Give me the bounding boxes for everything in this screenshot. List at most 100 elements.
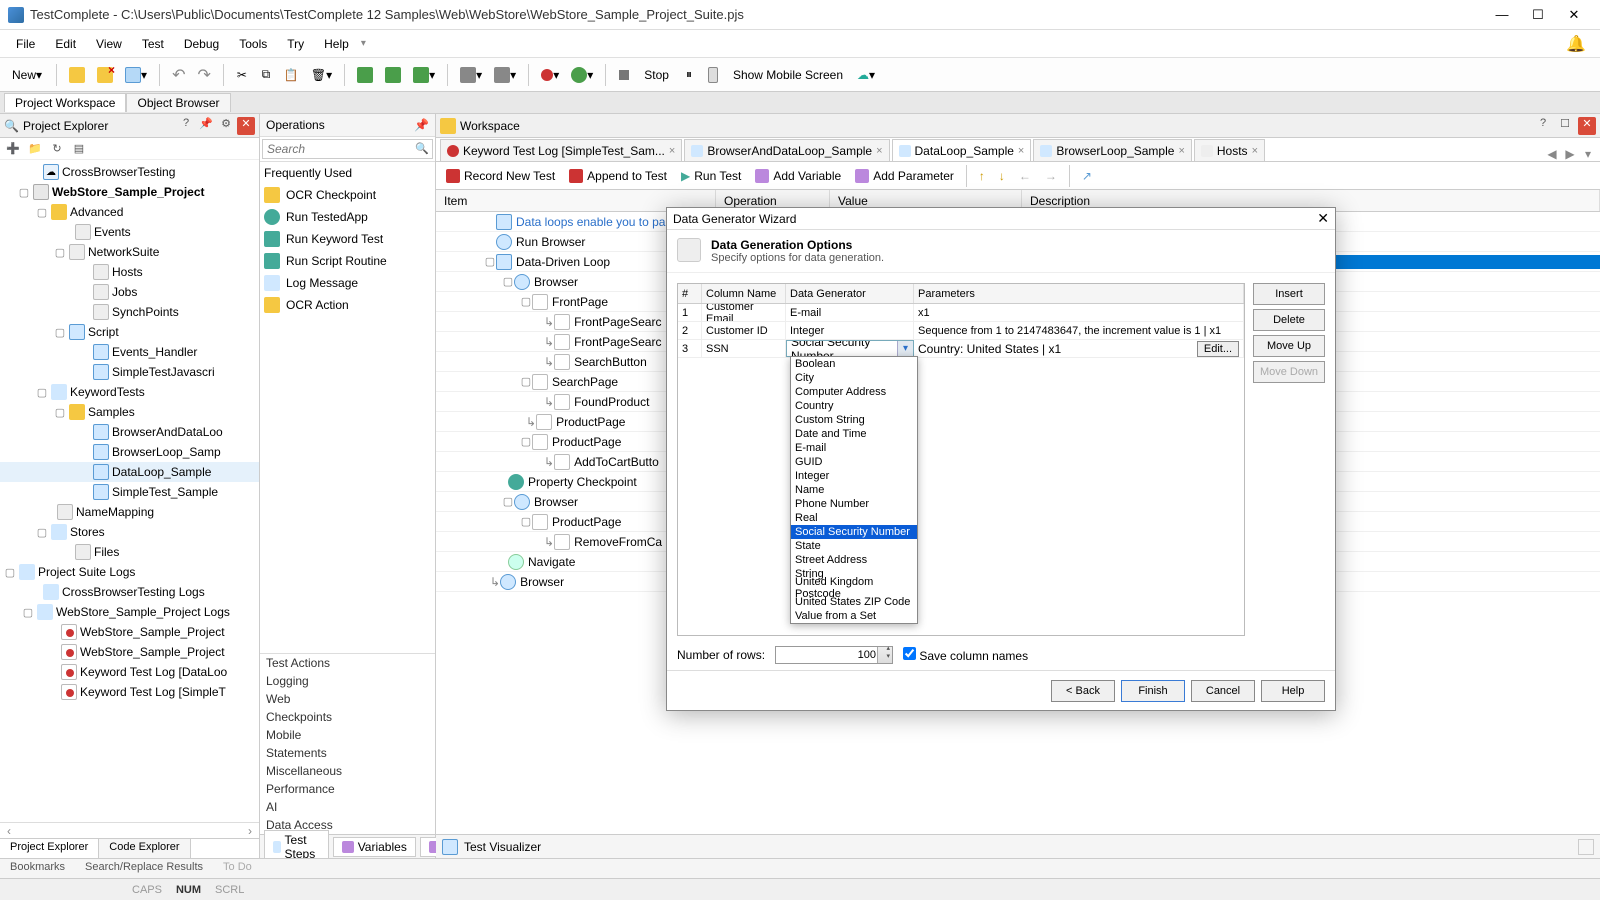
- dropdown-item[interactable]: Value from a Set: [791, 609, 917, 623]
- tree-item-namemap[interactable]: NameMapping: [76, 505, 255, 519]
- op-run-keyword-test[interactable]: Run Keyword Test: [260, 228, 435, 250]
- tree-item-script[interactable]: Script: [88, 325, 255, 339]
- operations-search[interactable]: [262, 139, 433, 159]
- menu-edit[interactable]: Edit: [45, 33, 86, 55]
- columns-table[interactable]: # Column Name Data Generator Parameters …: [677, 283, 1245, 636]
- close-project-button[interactable]: [93, 64, 117, 86]
- run-proj-button[interactable]: [353, 64, 377, 86]
- dropdown-icon[interactable]: ▾: [897, 341, 913, 357]
- dropdown-item[interactable]: Real: [791, 511, 917, 525]
- record-button[interactable]: ▾: [537, 64, 563, 86]
- tab-code-explorer[interactable]: Code Explorer: [99, 839, 190, 858]
- paste-button[interactable]: 📋: [280, 64, 303, 86]
- move-down-button[interactable]: ↓: [993, 164, 1011, 188]
- tab-object-browser[interactable]: Object Browser: [126, 93, 230, 112]
- dropdown-item[interactable]: Date and Time: [791, 427, 917, 441]
- dropdown-item[interactable]: Phone Number: [791, 497, 917, 511]
- append-to-test-button[interactable]: Append to Test: [563, 164, 673, 188]
- filter-button[interactable]: ▤: [70, 140, 88, 158]
- add-item-button[interactable]: ➕: [4, 140, 22, 158]
- tree-item-samples[interactable]: Samples: [88, 405, 255, 419]
- op-run-script-routine[interactable]: Run Script Routine: [260, 250, 435, 272]
- run-suite-button[interactable]: [381, 64, 405, 86]
- refresh-button[interactable]: ↻: [48, 140, 66, 158]
- dropdown-item[interactable]: City: [791, 371, 917, 385]
- nav-prev[interactable]: ◀: [1544, 147, 1560, 161]
- dropdown-item[interactable]: Custom String: [791, 413, 917, 427]
- menu-test[interactable]: Test: [132, 33, 174, 55]
- tree-item-dl[interactable]: DataLoop_Sample: [112, 465, 255, 479]
- redo-button[interactable]: ↷: [193, 64, 214, 86]
- record2-button[interactable]: ▾: [567, 64, 597, 86]
- pin-button[interactable]: 📌: [197, 117, 215, 135]
- show-mobile-button[interactable]: Show Mobile Screen: [727, 64, 849, 86]
- dropdown-item[interactable]: Street Address: [791, 553, 917, 567]
- doc-tab-hosts[interactable]: Hosts×: [1194, 139, 1265, 161]
- tab-search-replace[interactable]: Search/Replace Results: [75, 859, 213, 878]
- move-left-button[interactable]: ←: [1013, 164, 1037, 188]
- run-test-button[interactable]: ▶Run Test: [675, 164, 747, 188]
- table-row[interactable]: 2Customer IDIntegerSequence from 1 to 21…: [678, 322, 1244, 340]
- cat-ai[interactable]: AI: [260, 798, 435, 816]
- tab-bookmarks[interactable]: Bookmarks: [0, 859, 75, 878]
- tree-item-kwtests[interactable]: KeywordTests: [70, 385, 255, 399]
- table-row-editing[interactable]: 3SSN Social Security Number▾ Country: Un…: [678, 340, 1244, 358]
- modal-close-button[interactable]: ✕: [1317, 210, 1329, 227]
- tree-item-advanced[interactable]: Advanced: [70, 205, 255, 219]
- rows-input[interactable]: [775, 646, 893, 664]
- tree-item-log3[interactable]: Keyword Test Log [DataLoo: [80, 665, 255, 679]
- undo-button[interactable]: ↶: [168, 64, 189, 86]
- save-button[interactable]: ▾: [121, 64, 151, 86]
- finish-button[interactable]: Finish: [1121, 680, 1185, 702]
- dropdown-item[interactable]: Computer Address: [791, 385, 917, 399]
- tree-item-st[interactable]: SimpleTest_Sample: [112, 485, 255, 499]
- table-row[interactable]: 1Customer EmailE-mailx1: [678, 304, 1244, 322]
- save-columns-checkbox[interactable]: Save column names: [903, 647, 1028, 663]
- horizontal-scrollbar[interactable]: ‹›: [0, 822, 259, 838]
- copy-button[interactable]: ⧉: [256, 64, 276, 86]
- close-icon[interactable]: ×: [1018, 145, 1024, 157]
- op-log-message[interactable]: Log Message: [260, 272, 435, 294]
- dropdown-item[interactable]: United States ZIP Code: [791, 595, 917, 609]
- menu-try[interactable]: Try: [277, 33, 314, 55]
- op-ocr-action[interactable]: OCR Action: [260, 294, 435, 316]
- doc-tab-bad[interactable]: BrowserAndDataLoop_Sample×: [684, 139, 889, 161]
- cut-button[interactable]: ✂: [232, 64, 252, 86]
- menu-view[interactable]: View: [86, 33, 132, 55]
- stop-icon[interactable]: [614, 64, 634, 86]
- project-tree[interactable]: ☁CrossBrowserTesting ▢WebStore_Sample_Pr…: [0, 160, 259, 822]
- tree-item-hosts[interactable]: Hosts: [112, 265, 255, 279]
- doc-tab-bl[interactable]: BrowserLoop_Sample×: [1033, 139, 1192, 161]
- tree-item-network[interactable]: NetworkSuite: [88, 245, 255, 259]
- generator-dropdown[interactable]: BooleanCityComputer AddressCountryCustom…: [790, 356, 918, 624]
- menu-tools[interactable]: Tools: [229, 33, 277, 55]
- cat-mobile[interactable]: Mobile: [260, 726, 435, 744]
- visualizer-expand-button[interactable]: [1578, 839, 1594, 855]
- close-icon[interactable]: ×: [876, 145, 882, 157]
- cat-checkpoints[interactable]: Checkpoints: [260, 708, 435, 726]
- tree-item-wslogs[interactable]: WebStore_Sample_Project Logs: [56, 605, 255, 619]
- tree-item-bl[interactable]: BrowserLoop_Samp: [112, 445, 255, 459]
- tree-item-psl[interactable]: Project Suite Logs: [38, 565, 255, 579]
- close-button[interactable]: ✕: [1556, 7, 1592, 23]
- cat-statements[interactable]: Statements: [260, 744, 435, 762]
- device-icon[interactable]: [703, 64, 723, 86]
- tree-item-sync[interactable]: SynchPoints: [112, 305, 255, 319]
- doc-tab-log[interactable]: Keyword Test Log [SimpleTest_Sam...×: [440, 139, 682, 161]
- close-icon[interactable]: ×: [1252, 145, 1258, 157]
- tree-item-project[interactable]: WebStore_Sample_Project: [52, 185, 255, 199]
- open-button[interactable]: [65, 64, 89, 86]
- tree-item-cbt[interactable]: CrossBrowserTesting: [62, 165, 255, 179]
- move-up-button[interactable]: ↑: [973, 164, 991, 188]
- new-button[interactable]: New ▾: [6, 64, 48, 86]
- cancel-button[interactable]: Cancel: [1191, 680, 1255, 702]
- tab-todo[interactable]: To Do: [213, 859, 262, 878]
- delete-button[interactable]: 🗑▾: [307, 64, 336, 86]
- cat-misc[interactable]: Miscellaneous: [260, 762, 435, 780]
- op-ocr-checkpoint[interactable]: OCR Checkpoint: [260, 184, 435, 206]
- tree-item-bad[interactable]: BrowserAndDataLoo: [112, 425, 255, 439]
- move-up-button[interactable]: Move Up: [1253, 335, 1325, 357]
- notifications-icon[interactable]: 🔔: [1566, 34, 1594, 54]
- cloud-button[interactable]: ☁▾: [853, 64, 879, 86]
- record-new-test-button[interactable]: Record New Test: [440, 164, 561, 188]
